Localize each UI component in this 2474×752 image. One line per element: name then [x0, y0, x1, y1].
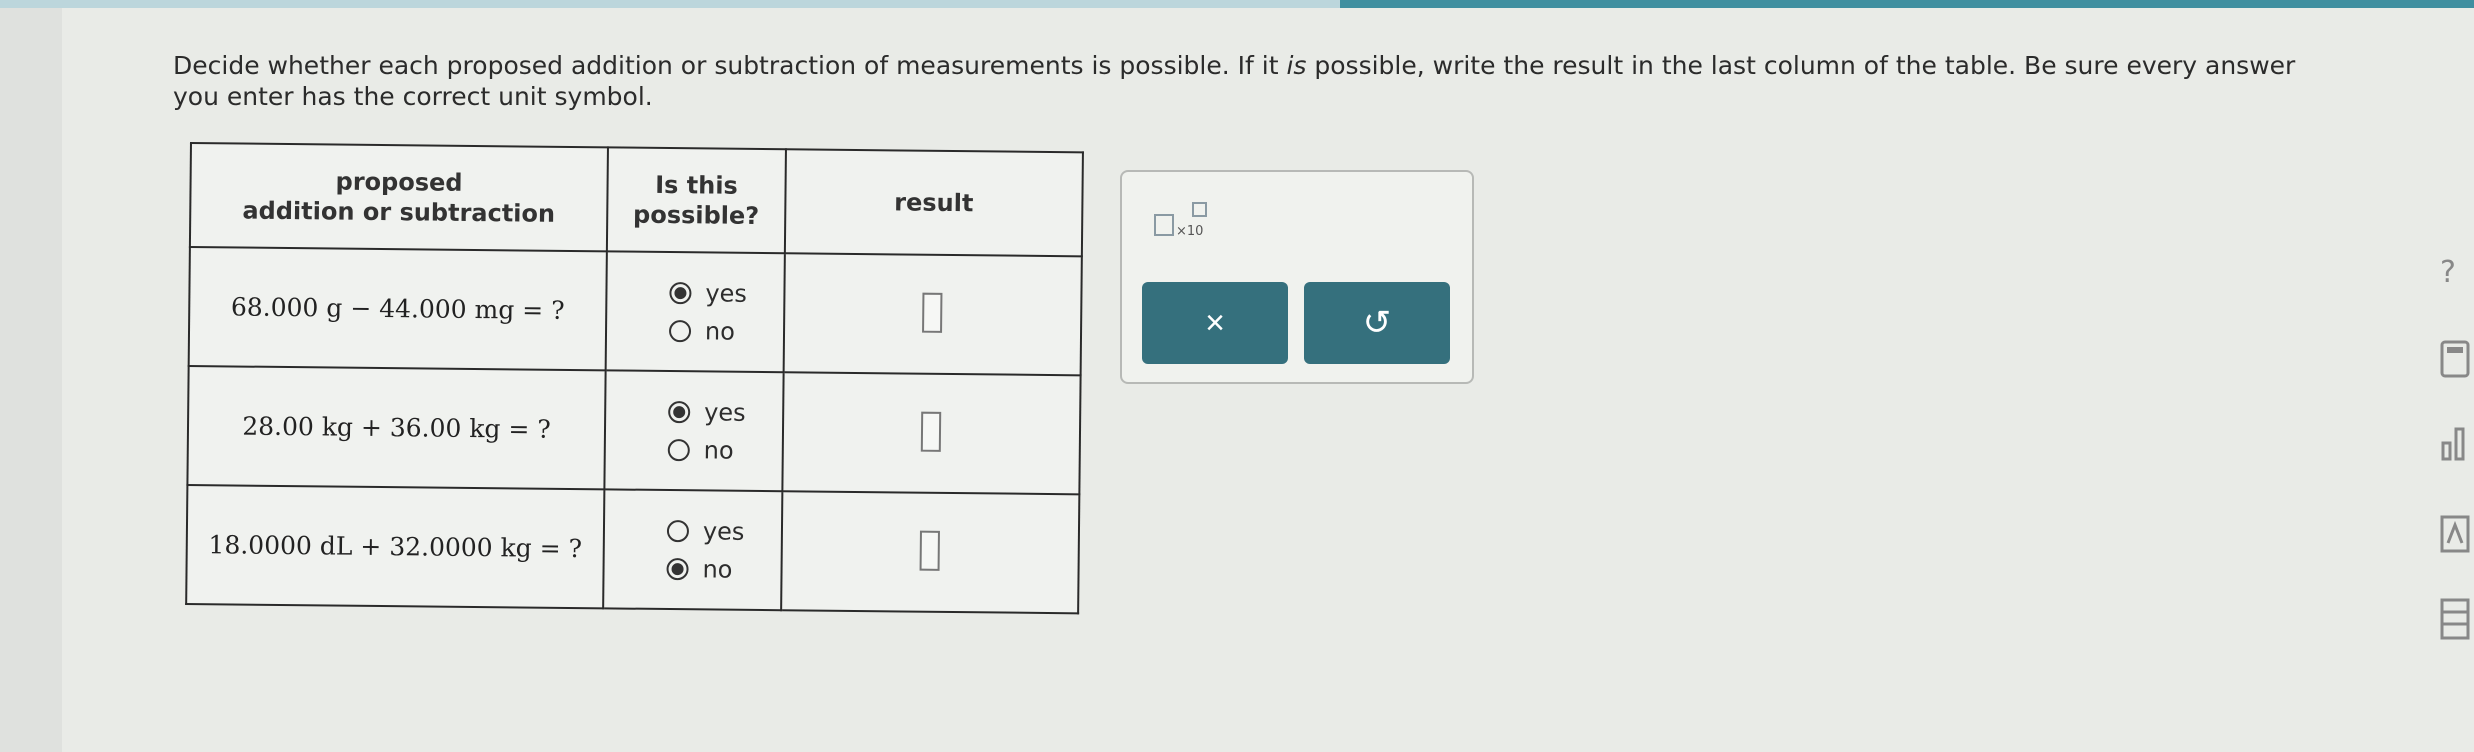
radio-no-selected[interactable]	[666, 557, 689, 580]
row-possible-options: yes no	[604, 370, 784, 492]
close-icon: ×	[1205, 303, 1225, 342]
instructions-text: Decide whether each proposed addition or…	[173, 50, 2323, 112]
option-yes-label: yes	[704, 397, 746, 427]
chart-icon[interactable]	[2440, 425, 2470, 469]
option-no-label: no	[703, 435, 734, 465]
row-expression: 18.0000 dL + 32.0000 kg = ?	[186, 484, 605, 609]
option-no[interactable]: no	[666, 555, 779, 584]
result-input[interactable]	[922, 292, 943, 333]
table-row: 28.00 kg + 36.00 kg = ? yes no	[187, 365, 1081, 495]
top-accent-bar	[0, 0, 2474, 8]
header-proposed-line1: proposed	[335, 167, 463, 197]
scientific-notation-button[interactable]: ×10	[1154, 202, 1207, 242]
table-row: 18.0000 dL + 32.0000 kg = ? yes no	[186, 484, 1080, 614]
answer-tools-panel: ×10 × ↺	[1120, 170, 1474, 384]
option-no-label: no	[702, 554, 733, 584]
table-header-row: proposed addition or subtraction Is this…	[189, 143, 1083, 257]
sci-times-ten: ×10	[1176, 224, 1204, 239]
radio-no[interactable]	[667, 438, 690, 461]
option-yes-label: yes	[705, 278, 748, 308]
calculator-icon[interactable]	[2440, 340, 2470, 386]
option-yes[interactable]: yes	[666, 516, 780, 546]
option-yes-label: yes	[702, 516, 745, 546]
measurement-table: proposed addition or subtraction Is this…	[185, 142, 1084, 615]
sci-exponent-box	[1192, 202, 1207, 217]
header-proposed: proposed addition or subtraction	[189, 143, 608, 252]
header-possible-line2: possible?	[632, 200, 760, 230]
header-proposed-line2: addition or subtraction	[242, 196, 556, 228]
row-result-cell	[780, 491, 1080, 614]
header-possible-line1: Is this	[655, 170, 738, 200]
row-result-cell	[782, 372, 1081, 495]
row-expression: 28.00 kg + 36.00 kg = ?	[187, 365, 606, 490]
option-no[interactable]: no	[667, 435, 781, 465]
result-input[interactable]	[921, 411, 942, 452]
instructions-emphasis: is	[1286, 51, 1307, 80]
radio-yes-selected[interactable]	[669, 281, 692, 304]
undo-icon: ↺	[1362, 304, 1392, 342]
top-accent-pale	[0, 0, 1340, 8]
instructions-part1: Decide whether each proposed addition or…	[173, 51, 1287, 80]
table-row: 68.000 g − 44.000 mg = ? yes no	[188, 247, 1082, 376]
row-result-cell	[783, 253, 1082, 376]
help-icon[interactable]: ?	[2440, 255, 2456, 290]
option-no-label: no	[704, 316, 736, 346]
option-yes[interactable]: yes	[669, 279, 782, 308]
result-input[interactable]	[919, 530, 941, 571]
clear-button[interactable]: ×	[1142, 282, 1288, 364]
radio-no[interactable]	[668, 319, 692, 342]
row-possible-options: yes no	[603, 489, 783, 611]
left-gutter	[0, 8, 62, 752]
radio-yes-selected[interactable]	[668, 400, 691, 423]
header-result: result	[784, 149, 1083, 257]
header-possible: Is this possible?	[606, 147, 786, 254]
reset-button[interactable]: ↺	[1304, 282, 1450, 364]
radio-yes[interactable]	[666, 519, 690, 542]
reference-icon[interactable]	[2440, 515, 2470, 561]
periodic-table-icon[interactable]	[2440, 598, 2470, 648]
option-no[interactable]: no	[668, 316, 782, 346]
sci-base-box	[1154, 214, 1174, 236]
row-possible-options: yes no	[605, 251, 785, 373]
option-yes[interactable]: yes	[668, 398, 781, 427]
row-expression: 68.000 g − 44.000 mg = ?	[188, 247, 607, 371]
